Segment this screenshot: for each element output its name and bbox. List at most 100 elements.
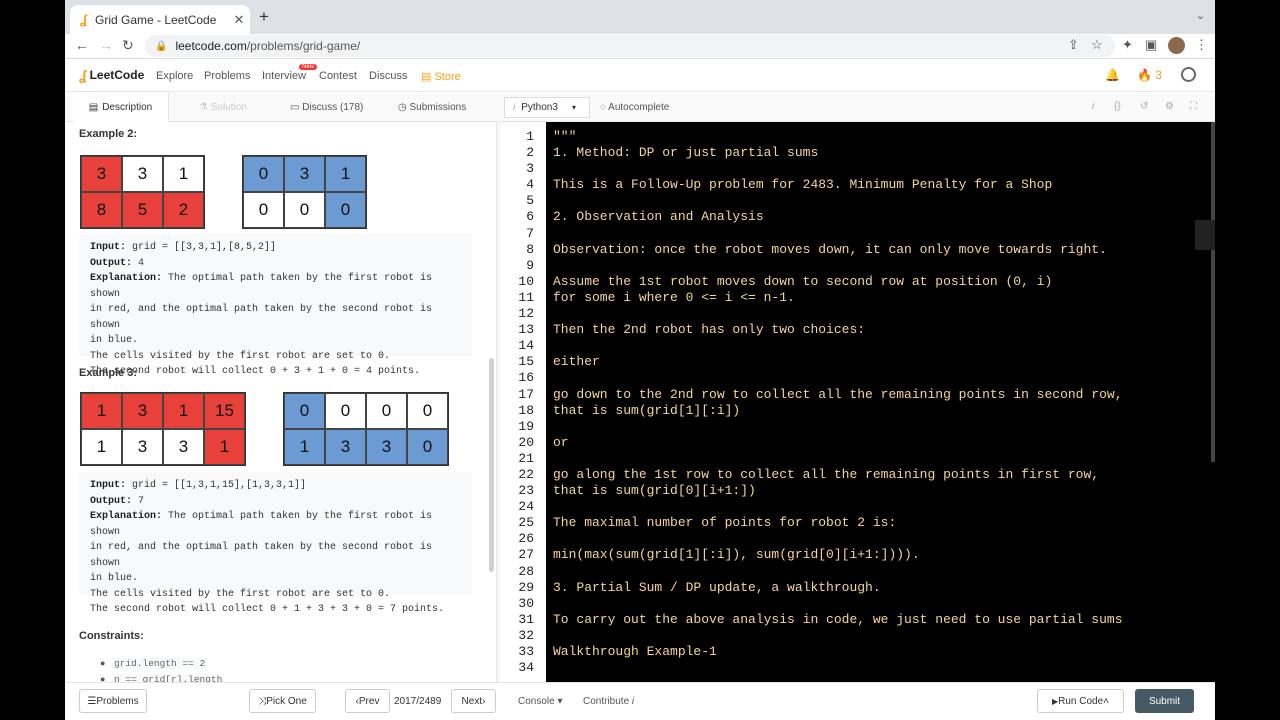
nav-discuss[interactable]: Discuss <box>369 70 408 82</box>
code-line[interactable]: or <box>553 435 1215 451</box>
profile-avatar[interactable] <box>1168 37 1185 54</box>
back-icon[interactable]: ← <box>75 37 89 53</box>
reset-icon[interactable]: ↺ <box>1140 101 1148 112</box>
menu-dots-icon[interactable]: ⋮ <box>1195 37 1208 53</box>
line-number: 10 <box>518 273 534 289</box>
language-select[interactable]: i Python3 ▾ <box>504 97 590 118</box>
code-line[interactable] <box>553 370 1215 386</box>
line-number: 19 <box>518 418 534 434</box>
line-number: 22 <box>518 466 534 482</box>
line-number: 6 <box>526 209 534 225</box>
notification-bell-icon[interactable]: 🔔 <box>1105 68 1120 82</box>
site-logo[interactable]: ʆ LeetCode <box>79 67 144 83</box>
nav-explore[interactable]: Explore <box>156 70 193 82</box>
code-line[interactable]: that is sum(grid[1][:i]) <box>553 403 1215 419</box>
prev-button[interactable]: ‹ Prev <box>345 689 390 713</box>
code-line[interactable]: 1. Method: DP or just partial sums <box>553 145 1215 161</box>
sidepanel-icon[interactable]: ▣ <box>1145 37 1157 53</box>
code-line[interactable]: This is a Follow-Up problem for 2483. Mi… <box>553 177 1215 193</box>
autocomplete-toggle[interactable]: ◌ Autocomplete <box>600 102 669 113</box>
bookmark-star-icon[interactable]: ☆ <box>1091 37 1103 53</box>
code-line[interactable] <box>553 419 1215 435</box>
tab-submissions[interactable]: ◷ Submissions <box>398 102 466 113</box>
next-button[interactable]: Next › <box>451 689 496 713</box>
code-line[interactable] <box>553 451 1215 467</box>
tab-description[interactable]: ▤ Description <box>73 93 169 122</box>
console-button[interactable]: Console ▾ <box>518 696 563 707</box>
code-line[interactable]: 3. Partial Sum / DP update, a walkthroug… <box>553 580 1215 596</box>
code-line[interactable]: for some i where 0 <= i <= n-1. <box>553 290 1215 306</box>
run-code-label: Run Code <box>1058 695 1104 707</box>
run-code-button[interactable]: ▶ Run Code ˄ <box>1037 689 1124 713</box>
reload-icon[interactable]: ↻ <box>122 37 134 54</box>
editor-scrollbar[interactable] <box>1211 122 1215 462</box>
code-line[interactable] <box>553 226 1215 242</box>
code-line[interactable] <box>553 338 1215 354</box>
code-line[interactable]: To carry out the above analysis in code,… <box>553 612 1215 628</box>
code-line[interactable] <box>553 660 1215 676</box>
extensions-icon[interactable]: ✦ <box>1122 37 1133 53</box>
forward-icon[interactable]: → <box>99 37 113 53</box>
nav-store[interactable]: ▤ Store <box>421 70 461 83</box>
grid-cell: 0 <box>243 156 284 192</box>
line-number: 11 <box>518 289 534 305</box>
code-line[interactable]: 2. Observation and Analysis <box>553 209 1215 225</box>
pick-one-button[interactable]: ⤨ Pick One <box>249 689 316 713</box>
code-line[interactable] <box>553 564 1215 580</box>
nav-problems[interactable]: Problems <box>204 70 250 82</box>
code-line[interactable] <box>553 531 1215 547</box>
share-icon[interactable]: ⇪ <box>1068 37 1079 53</box>
code-line[interactable]: min(max(sum(grid[1][:i]), sum(grid[0][i+… <box>553 547 1215 563</box>
new-tab-icon[interactable]: + <box>259 7 269 27</box>
code-line[interactable] <box>553 306 1215 322</box>
code-line[interactable] <box>553 258 1215 274</box>
fullscreen-icon[interactable]: ⛶ <box>1190 101 1197 112</box>
grid-cell: 2 <box>163 192 204 228</box>
problems-list-button[interactable]: ☰ Problems <box>79 689 147 713</box>
braces-icon[interactable]: {} <box>1114 101 1121 112</box>
settings-icon[interactable]: ⚙ <box>1165 101 1174 112</box>
code-line[interactable]: that is sum(grid[0][i+1:]) <box>553 483 1215 499</box>
user-avatar-icon[interactable] <box>1181 67 1196 82</box>
contribute-button[interactable]: Contribute i <box>583 696 634 707</box>
code-line[interactable] <box>553 499 1215 515</box>
tab-search-icon[interactable]: ⌄ <box>1196 9 1205 22</box>
code-line[interactable]: Assume the 1st robot moves down to secon… <box>553 274 1215 290</box>
output-value: 4 <box>138 257 145 269</box>
tab-solution[interactable]: ⚗ Solution <box>199 102 247 113</box>
code-line[interactable]: either <box>553 354 1215 370</box>
url-field[interactable]: 🔒 leetcode.com/problems/grid-game/ <box>145 35 1115 57</box>
streak-counter[interactable]: 🔥 3 <box>1137 68 1162 82</box>
code-editor[interactable]: """ 1. Method: DP or just partial sums Thi… <box>546 122 1215 682</box>
code-line[interactable]: The maximal number of points for robot 2… <box>553 515 1215 531</box>
code-line[interactable] <box>553 193 1215 209</box>
nav-interview[interactable]: Interview <box>262 70 306 82</box>
code-line[interactable]: Then the 2nd robot has only two choices: <box>553 322 1215 338</box>
close-tab-icon[interactable]: ✕ <box>228 12 250 28</box>
chevron-down-icon: ▾ <box>557 696 563 707</box>
line-number: 23 <box>518 483 534 499</box>
info-icon[interactable]: i <box>1092 101 1094 112</box>
grid-cell: 1 <box>81 429 122 465</box>
code-line[interactable]: """ <box>553 129 1215 145</box>
constraint-item: grid.length == 2 <box>112 658 208 669</box>
code-line[interactable]: Walkthrough Example-1 <box>553 644 1215 660</box>
code-line[interactable]: go down to the 2nd row to collect all th… <box>553 387 1215 403</box>
description-scrollbar[interactable] <box>489 358 494 572</box>
code-line[interactable] <box>553 161 1215 177</box>
tab-discuss[interactable]: ▭ Discuss (178) <box>290 102 363 113</box>
code-line[interactable] <box>553 628 1215 644</box>
code-line[interactable]: go along the 1st row to collect all the … <box>553 467 1215 483</box>
chevron-right-icon: › <box>482 695 486 707</box>
line-number-gutter: 1 2 3 4 5 6 7 8 9 10 11 12 13 14 15 16 17 18 19 20 21 22 23 24 2… <box>501 122 546 682</box>
line-number: 29 <box>518 579 534 595</box>
constraint-item: n == grid[r].length <box>112 674 225 682</box>
submit-button[interactable]: Submit <box>1135 689 1194 713</box>
grid-cell: 0 <box>284 192 325 228</box>
nav-contest[interactable]: Contest <box>319 70 357 82</box>
code-line[interactable] <box>553 596 1215 612</box>
browser-tab[interactable]: ʆ Grid Game - LeetCode ✕ <box>70 5 250 34</box>
site-header: ʆ LeetCode Explore Problems Interview Ne… <box>65 60 1215 92</box>
editor-side-tab[interactable] <box>1195 220 1215 250</box>
code-line[interactable]: Observation: once the robot moves down, … <box>553 242 1215 258</box>
